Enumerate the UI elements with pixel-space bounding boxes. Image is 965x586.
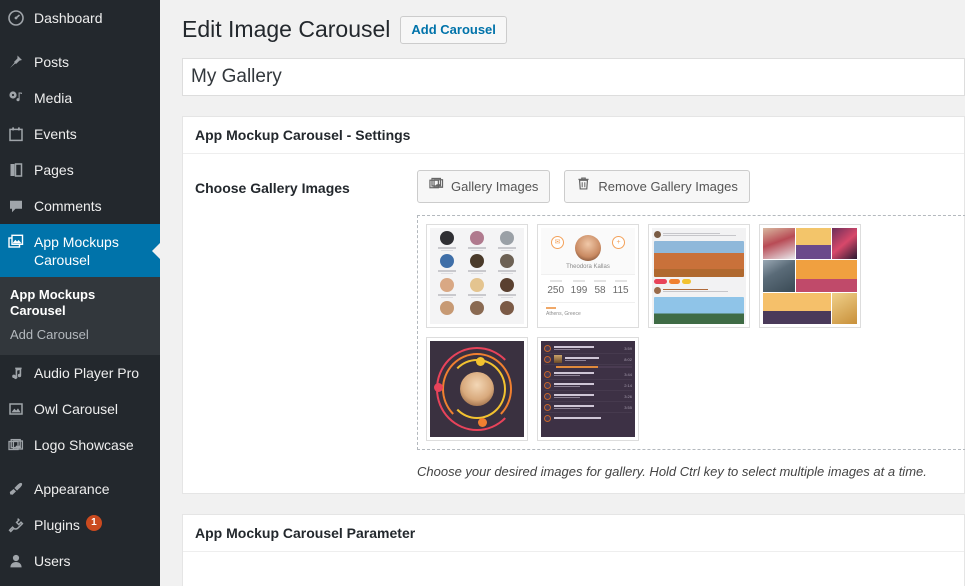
sidebar-item-posts[interactable]: Posts	[0, 44, 160, 80]
gallery-help-text: Choose your desired images for gallery. …	[417, 464, 927, 479]
music-note-icon	[8, 363, 34, 383]
sidebar-item-app-mockups-carousel[interactable]: App Mockups Carousel	[0, 224, 160, 277]
submenu-item-app-mockups-carousel[interactable]: App Mockups Carousel	[0, 283, 160, 323]
plug-icon	[8, 515, 34, 535]
sidebar-item-plugins[interactable]: Plugins 1	[0, 507, 160, 543]
sidebar-item-label: Owl Carousel	[34, 401, 119, 417]
parameter-panel: App Mockup Carousel Parameter	[182, 514, 965, 586]
profile-location: Athens, Greece	[546, 311, 581, 317]
gallery-field-control: Gallery Images Remove Gallery Images ✉ +…	[417, 170, 965, 479]
stat-value: 58	[594, 285, 606, 296]
gallery-thumbnail[interactable]	[426, 337, 528, 441]
sidebar-item-label: Logo Showcase	[34, 437, 134, 453]
sidebar-item-appearance[interactable]: Appearance	[0, 471, 160, 507]
page-header: Edit Image Carousel Add Carousel	[182, 10, 965, 46]
settings-panel-heading: App Mockup Carousel - Settings	[183, 117, 964, 154]
sidebar-item-label: Plugins	[34, 517, 80, 533]
mail-icon: ✉	[551, 236, 564, 249]
sidebar-divider	[0, 36, 160, 44]
sidebar-item-label: Dashboard	[34, 10, 103, 26]
parameter-panel-body	[183, 552, 964, 586]
settings-panel: App Mockup Carousel - Settings Choose Ga…	[182, 116, 965, 494]
media-icon	[8, 88, 34, 108]
gallery-buttons-row: Gallery Images Remove Gallery Images	[417, 170, 965, 203]
sidebar-item-logo-showcase[interactable]: Logo Showcase	[0, 427, 160, 463]
gallery-thumbnail[interactable]	[759, 224, 861, 328]
image-frame-icon	[8, 399, 34, 419]
sidebar-item-users[interactable]: Users	[0, 543, 160, 579]
add-carousel-button[interactable]: Add Carousel	[400, 15, 507, 44]
trash-icon	[576, 176, 591, 197]
paintbrush-icon	[8, 479, 34, 499]
profile-stats: 250 199 58 115	[541, 274, 635, 303]
page-title: Edit Image Carousel	[182, 16, 391, 42]
sidebar-item-media[interactable]: Media	[0, 80, 160, 116]
add-user-icon: +	[612, 236, 625, 249]
choose-gallery-images-label: Choose Gallery Images	[195, 180, 350, 196]
stacked-images-icon	[429, 176, 444, 197]
gallery-thumbnail[interactable]	[648, 224, 750, 328]
music-playlist-mockup: 3:59 8:02 3:44 2:14 3:26 3:55	[541, 341, 635, 437]
sidebar-item-label: Pages	[34, 162, 74, 178]
user-icon	[8, 551, 34, 571]
profile-name: Theodora Kallas	[566, 264, 610, 270]
stat-value: 199	[570, 285, 588, 296]
sidebar-item-label: Audio Player Pro	[34, 365, 140, 381]
sidebar-item-label: Users	[34, 553, 71, 569]
pages-icon	[8, 160, 34, 180]
sidebar-item-events[interactable]: Events	[0, 116, 160, 152]
remove-gallery-images-button-label: Remove Gallery Images	[598, 178, 738, 194]
remove-gallery-images-button[interactable]: Remove Gallery Images	[564, 170, 750, 203]
comment-icon	[8, 196, 34, 216]
avatar-grid-mockup	[430, 228, 524, 324]
submenu-item-add-carousel[interactable]: Add Carousel	[0, 323, 160, 347]
gallery-images-dropzone[interactable]: ✉ + Theodora Kallas 250 199 58 115 Athen…	[417, 215, 965, 450]
gallery-thumbnail[interactable]: 3:59 8:02 3:44 2:14 3:26 3:55	[537, 337, 639, 441]
stat-value: 250	[547, 285, 565, 296]
parameter-panel-heading: App Mockup Carousel Parameter	[183, 515, 964, 552]
sidebar-item-comments[interactable]: Comments	[0, 188, 160, 224]
images-icon	[8, 232, 34, 252]
sidebar-item-audio-player-pro[interactable]: Audio Player Pro	[0, 355, 160, 391]
sidebar-divider	[0, 463, 160, 471]
dashboard-icon	[8, 8, 34, 28]
social-feed-mockup	[652, 228, 746, 324]
settings-panel-body: Choose Gallery Images Gallery Images Rem…	[183, 154, 965, 493]
sidebar-item-owl-carousel[interactable]: Owl Carousel	[0, 391, 160, 427]
sidebar-item-label: Media	[34, 90, 73, 106]
main-content: Edit Image Carousel Add Carousel App Moc…	[160, 0, 965, 586]
sidebar-item-label: App Mockups Carousel	[34, 234, 119, 268]
carousel-title-input[interactable]	[182, 58, 965, 96]
avatar	[460, 372, 494, 406]
calendar-icon	[8, 124, 34, 144]
plugins-update-badge: 1	[85, 515, 102, 531]
profile-card-mockup: ✉ + Theodora Kallas 250 199 58 115 Athen…	[541, 228, 635, 324]
sidebar-item-pages[interactable]: Pages	[0, 152, 160, 188]
sidebar-item-label: Comments	[34, 198, 102, 214]
gallery-thumbnail[interactable]	[426, 224, 528, 328]
sidebar-item-dashboard[interactable]: Dashboard	[0, 0, 160, 36]
photo-collage-mockup	[763, 228, 857, 324]
gallery-images-button[interactable]: Gallery Images	[417, 170, 551, 203]
stacked-images-icon	[8, 435, 34, 455]
gallery-thumbnail[interactable]: ✉ + Theodora Kallas 250 199 58 115 Athen…	[537, 224, 639, 328]
admin-sidebar: Dashboard Posts Media Events Pages Comme…	[0, 0, 160, 586]
avatar	[575, 235, 601, 261]
sidebar-item-label: Posts	[34, 54, 70, 70]
sidebar-submenu: App Mockups Carousel Add Carousel	[0, 277, 160, 355]
pin-icon	[8, 52, 34, 72]
gallery-images-button-label: Gallery Images	[451, 178, 539, 194]
wp-admin-screen: Dashboard Posts Media Events Pages Comme…	[0, 0, 965, 586]
sidebar-item-label: Events	[34, 126, 77, 142]
stat-value: 115	[612, 285, 629, 296]
sidebar-item-label: Appearance	[34, 481, 110, 497]
orbit-profile-mockup	[430, 341, 524, 437]
